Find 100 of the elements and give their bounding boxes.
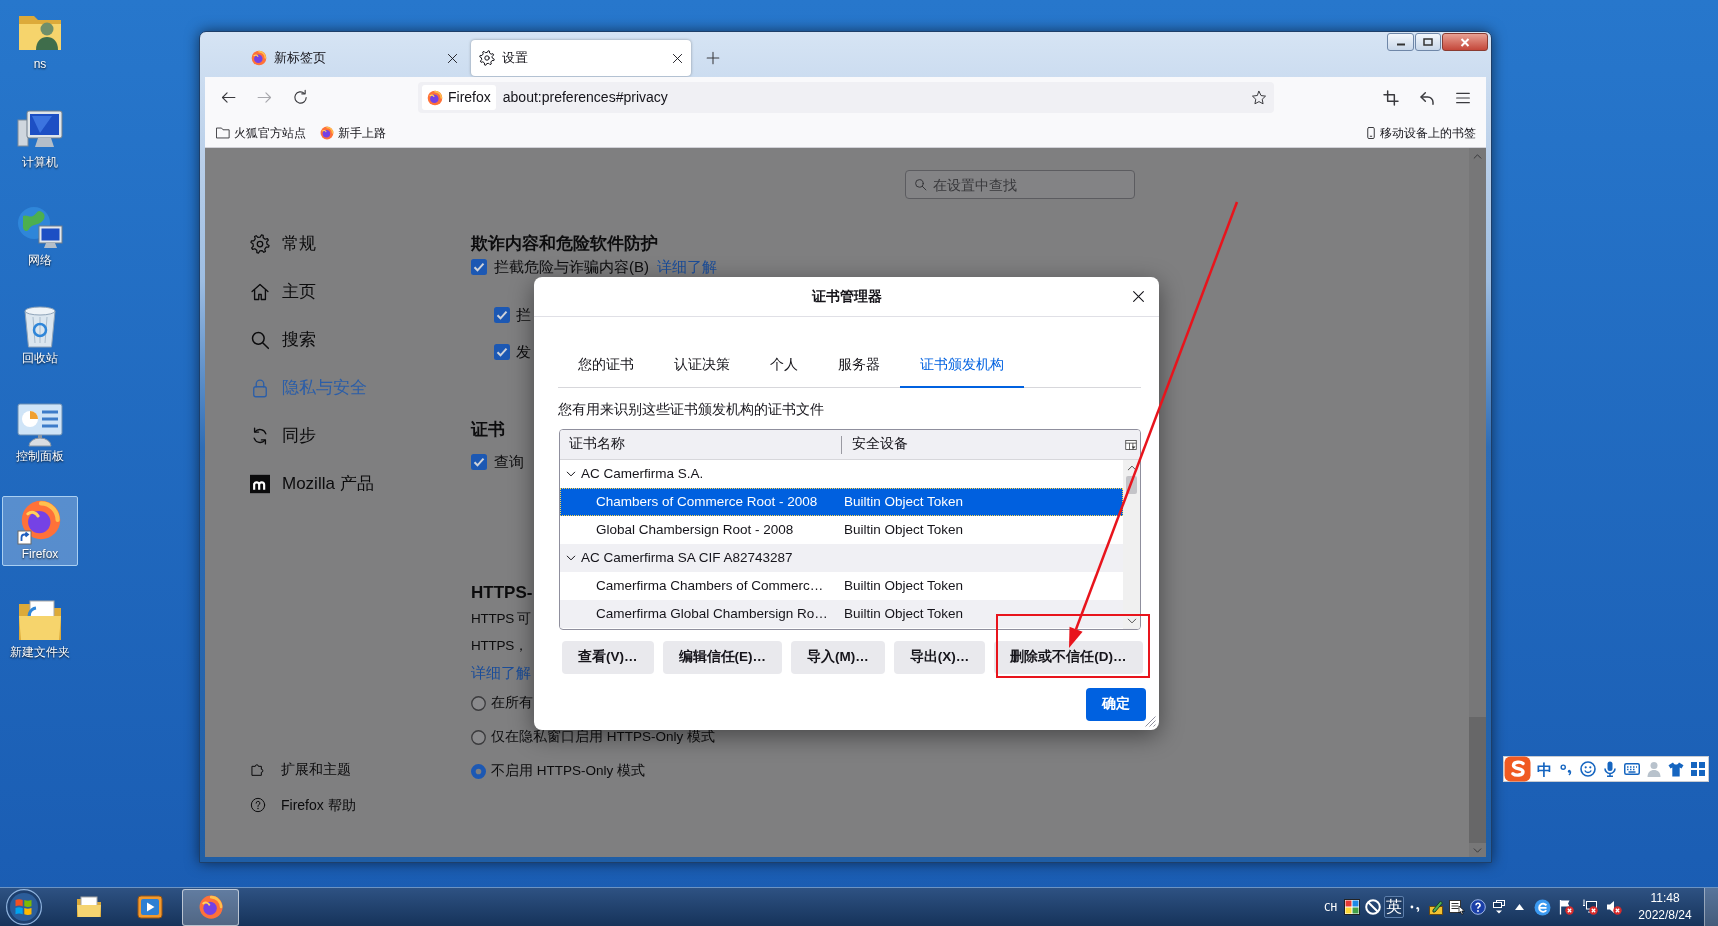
restore-icon[interactable] (1492, 900, 1505, 914)
edit-trust-button[interactable]: 编辑信任(E)… (662, 641, 782, 674)
curved-arrow-icon[interactable] (1419, 89, 1435, 106)
bookmark-item[interactable]: 新手上路 (317, 123, 389, 142)
circular-arrow-icon[interactable] (291, 89, 309, 106)
scrollbar-thumb[interactable] (1469, 717, 1486, 843)
close-icon[interactable] (672, 52, 683, 64)
radio-button[interactable] (471, 695, 486, 711)
language-indicator[interactable]: CH (1323, 901, 1338, 913)
checkbox[interactable] (494, 306, 510, 323)
ime-mode-label[interactable]: 中 (1536, 761, 1552, 777)
firefox-logo-icon (427, 89, 443, 106)
gear-icon (479, 50, 495, 66)
s-logo-icon[interactable] (1504, 756, 1531, 782)
plus-icon[interactable] (706, 51, 720, 65)
url-field[interactable]: Firefox about:preferences#privacy (418, 82, 1274, 113)
star-icon[interactable] (1251, 89, 1267, 106)
column-picker-icon[interactable] (1125, 438, 1137, 451)
minimize-button[interactable] (1387, 33, 1414, 51)
close-icon[interactable] (1132, 290, 1145, 303)
prohibited-icon[interactable] (1364, 899, 1381, 915)
resize-grip-icon[interactable] (1145, 716, 1156, 727)
crop-icon[interactable] (1383, 89, 1399, 106)
clock-time[interactable]: 11:48 (1650, 890, 1680, 907)
checkbox[interactable] (471, 259, 487, 275)
firefox-logo-icon (320, 125, 334, 140)
ok-button[interactable]: 确定 (1086, 688, 1146, 721)
keyboard-icon[interactable] (1624, 763, 1640, 775)
tree-row[interactable]: Camerfirma Global Chambersign Ro… Builtin Object Token (560, 600, 1123, 628)
chevron-down-icon[interactable] (566, 469, 576, 479)
scrollbar-thumb[interactable] (1126, 476, 1137, 494)
flag-icon[interactable] (1558, 899, 1574, 915)
pencil-box-icon[interactable] (1427, 899, 1444, 915)
tab[interactable]: 设置 (471, 40, 691, 76)
smiley-icon[interactable] (1580, 761, 1596, 777)
view-button[interactable]: 查看(V)… (562, 641, 654, 674)
tab[interactable]: 个人 (750, 345, 818, 388)
checkbox[interactable] (471, 454, 487, 470)
tab[interactable]: 证书颁发机构 (900, 345, 1024, 388)
document-cursor-icon[interactable] (1448, 899, 1465, 915)
colored-grid-icon[interactable] (1343, 899, 1360, 915)
close-icon[interactable] (447, 52, 458, 64)
sidebar-link[interactable]: 扩展和主题 (250, 758, 351, 780)
section-heading: 证书 (471, 420, 505, 440)
network-icon[interactable] (1582, 899, 1598, 915)
tree-cell-text: AC Camerfirma S.A. (581, 464, 704, 483)
show-desktop-button[interactable] (1704, 888, 1718, 926)
house-icon (250, 282, 270, 302)
play-icon (135, 893, 164, 921)
chevron-down-icon[interactable] (566, 553, 576, 563)
start-orb-icon[interactable] (6, 889, 42, 925)
tree-row[interactable]: Chambers of Commerce Root - 2008 Builtin Object Token (560, 488, 1123, 516)
bookmark-item[interactable]: 火狐官方站点 (213, 123, 309, 142)
desktop-shortcut[interactable]: 计算机 (2, 104, 78, 174)
e-logo-icon[interactable] (1533, 898, 1551, 916)
section-heading: HTTPS- (471, 583, 533, 603)
sidebar-item[interactable]: 同步 (250, 426, 316, 446)
sidebar-item[interactable]: 搜索 (250, 330, 316, 350)
grid-icon[interactable] (1691, 762, 1705, 776)
tab[interactable]: 认证决策 (654, 345, 750, 388)
microphone-icon[interactable] (1603, 761, 1617, 777)
search-field[interactable]: 在设置中查找 (905, 170, 1135, 199)
speaker-icon[interactable] (1606, 899, 1622, 915)
gear-icon (250, 234, 270, 254)
punctuation-icon[interactable] (1558, 761, 1574, 777)
maximize-button[interactable] (1415, 33, 1441, 51)
arrow-left-icon[interactable] (219, 89, 237, 106)
column-header[interactable]: 证书名称 (560, 430, 841, 459)
chevron-up-icon[interactable] (1126, 463, 1137, 473)
sidebar-item[interactable]: 常规 (250, 234, 316, 254)
clock-date[interactable]: 2022/8/24 (1638, 907, 1692, 924)
export-button[interactable]: 导出(X)… (893, 641, 986, 674)
radio-button[interactable] (471, 763, 486, 779)
desktop-shortcut[interactable]: 控制面板 (2, 398, 78, 468)
identity-button[interactable]: Firefox (422, 85, 496, 110)
desktop-shortcut[interactable]: 网络 (2, 202, 78, 272)
desktop-shortcut[interactable]: 新建文件夹 (2, 594, 78, 664)
tree-row[interactable]: AC Camerfirma SA CIF A82743287 (560, 544, 1123, 572)
delete-button[interactable]: 删除或不信任(D)… (994, 641, 1143, 674)
close-button[interactable] (1442, 33, 1488, 51)
search-icon (914, 178, 927, 191)
tab[interactable]: 服务器 (818, 345, 900, 388)
radio-button[interactable] (471, 729, 486, 745)
bookmark-item[interactable]: 移动设备上的书签 (1365, 123, 1476, 142)
help-icon[interactable] (1469, 899, 1486, 915)
sidebar-item[interactable]: 主页 (250, 282, 316, 302)
paragraph-text: HTTPS 可 (471, 610, 532, 627)
triangle-up-icon[interactable] (1515, 904, 1524, 910)
import-button[interactable]: 导入(M)… (791, 641, 885, 674)
desktop-shortcut[interactable]: ns (2, 6, 78, 76)
checkbox[interactable] (494, 343, 510, 360)
desktop-shortcut[interactable]: 回收站 (2, 300, 78, 370)
sidebar-link[interactable]: Firefox 帮助 (250, 794, 356, 816)
description-text: 您有用来识别这些证书颁发机构的证书文件 (558, 402, 824, 418)
sidebar-item[interactable]: Mozilla 产品 (250, 474, 374, 494)
shirt-icon[interactable] (1668, 761, 1684, 777)
tab[interactable]: 您的证书 (558, 345, 654, 388)
ime-mode-button[interactable]: 英 (1383, 896, 1404, 918)
column-header[interactable]: 安全设备 (842, 430, 1125, 459)
tab[interactable]: 新标签页 (243, 40, 466, 76)
